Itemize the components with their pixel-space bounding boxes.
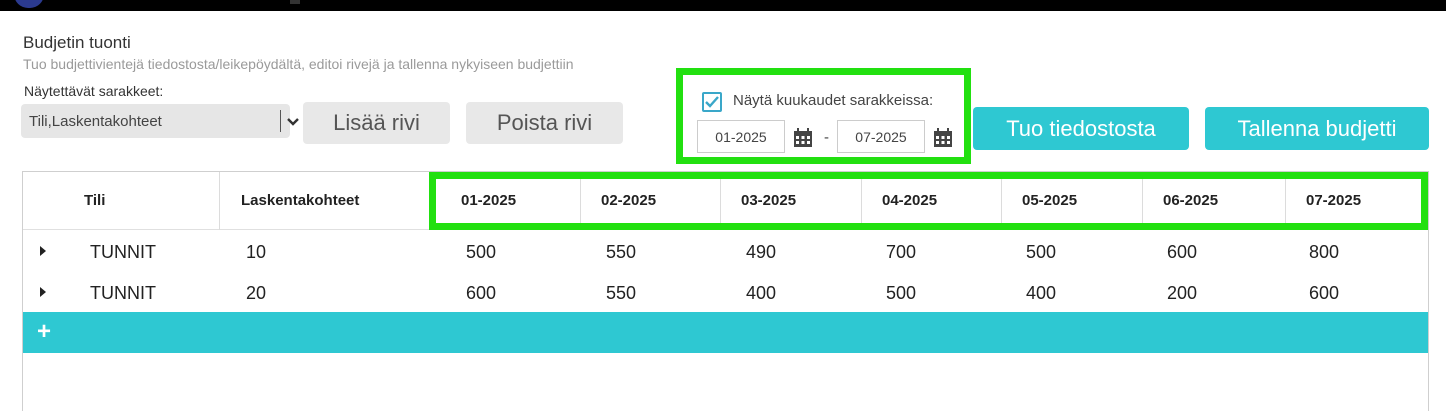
table-cell[interactable]: 600 [466, 283, 496, 304]
grid-header: Tili Laskentakohteet 01-2025 02-2025 03-… [23, 172, 1428, 230]
top-bar-fragment [290, 0, 300, 4]
month-from-input[interactable]: 01-2025 [697, 120, 785, 153]
table-cell[interactable]: TUNNIT [90, 283, 156, 304]
expand-row-icon[interactable] [40, 287, 46, 297]
column-header-month[interactable]: 07-2025 [1306, 192, 1361, 209]
add-row-button[interactable]: Lisää rivi [303, 102, 450, 144]
budget-grid: Tili Laskentakohteet 01-2025 02-2025 03-… [22, 171, 1429, 411]
table-cell[interactable]: 400 [746, 283, 776, 304]
column-header-month[interactable]: 04-2025 [882, 192, 937, 209]
column-divider [861, 179, 862, 223]
select-divider [280, 110, 281, 132]
table-cell[interactable]: 600 [1309, 283, 1339, 304]
calendar-icon[interactable] [793, 128, 813, 148]
top-app-bar [0, 0, 1446, 11]
table-cell[interactable]: 700 [886, 242, 916, 263]
date-range-separator: - [824, 129, 829, 146]
chevron-down-icon[interactable] [285, 110, 301, 132]
columns-select[interactable]: Tili,Laskentakohteet [21, 104, 299, 138]
column-divider [219, 172, 220, 230]
app-logo [14, 0, 44, 8]
column-divider [1142, 179, 1143, 223]
add-row-bar[interactable]: + [23, 312, 1428, 353]
table-cell[interactable]: 550 [606, 242, 636, 263]
calendar-icon[interactable] [933, 128, 953, 148]
checkmark-icon [705, 96, 719, 108]
column-divider [1285, 179, 1286, 223]
table-cell[interactable]: 500 [466, 242, 496, 263]
table-cell[interactable]: 400 [1026, 283, 1056, 304]
month-columns-panel: Näytä kuukaudet sarakkeissa: 01-2025 - 0… [676, 68, 971, 164]
save-budget-button[interactable]: Tallenna budjetti [1205, 107, 1429, 150]
table-cell[interactable]: 550 [606, 283, 636, 304]
page-title: Budjetin tuonti [23, 33, 131, 52]
table-cell[interactable]: TUNNIT [90, 242, 156, 263]
table-cell[interactable]: 490 [746, 242, 776, 263]
table-cell[interactable]: 20 [246, 283, 266, 304]
expand-row-icon[interactable] [40, 246, 46, 256]
columns-select-label: Näytettävät sarakkeet: [24, 83, 164, 99]
import-from-file-button[interactable]: Tuo tiedostosta [973, 107, 1189, 150]
column-header-month[interactable]: 06-2025 [1163, 192, 1218, 209]
months-in-columns-label: Näytä kuukaudet sarakkeissa: [733, 92, 934, 109]
column-divider [1001, 179, 1002, 223]
month-to-input[interactable]: 07-2025 [837, 120, 925, 153]
table-cell[interactable]: 10 [246, 242, 266, 263]
months-in-columns-checkbox[interactable] [702, 92, 722, 112]
column-divider [720, 179, 721, 223]
table-cell[interactable]: 500 [886, 283, 916, 304]
delete-row-button[interactable]: Poista rivi [466, 102, 623, 144]
plus-icon[interactable]: + [37, 318, 51, 346]
columns-select-value: Tili,Laskentakohteet [29, 113, 162, 130]
table-cell[interactable]: 600 [1167, 242, 1197, 263]
table-cell[interactable]: 200 [1167, 283, 1197, 304]
column-header-month[interactable]: 01-2025 [461, 192, 516, 209]
column-header-month[interactable]: 05-2025 [1022, 192, 1077, 209]
column-header-tili[interactable]: Tili [84, 192, 105, 209]
table-cell[interactable]: 800 [1309, 242, 1339, 263]
table-cell[interactable]: 500 [1026, 242, 1056, 263]
page-subtitle: Tuo budjettivientejä tiedostosta/leikepö… [23, 56, 574, 72]
column-divider [580, 179, 581, 223]
column-header-month[interactable]: 02-2025 [601, 192, 656, 209]
column-header-month[interactable]: 03-2025 [741, 192, 796, 209]
table-row[interactable]: TUNNIT 20 600 550 400 500 400 200 600 [23, 272, 1428, 312]
table-row[interactable]: TUNNIT 10 500 550 490 700 500 600 800 [23, 231, 1428, 271]
column-header-laskentakohteet[interactable]: Laskentakohteet [241, 192, 359, 209]
